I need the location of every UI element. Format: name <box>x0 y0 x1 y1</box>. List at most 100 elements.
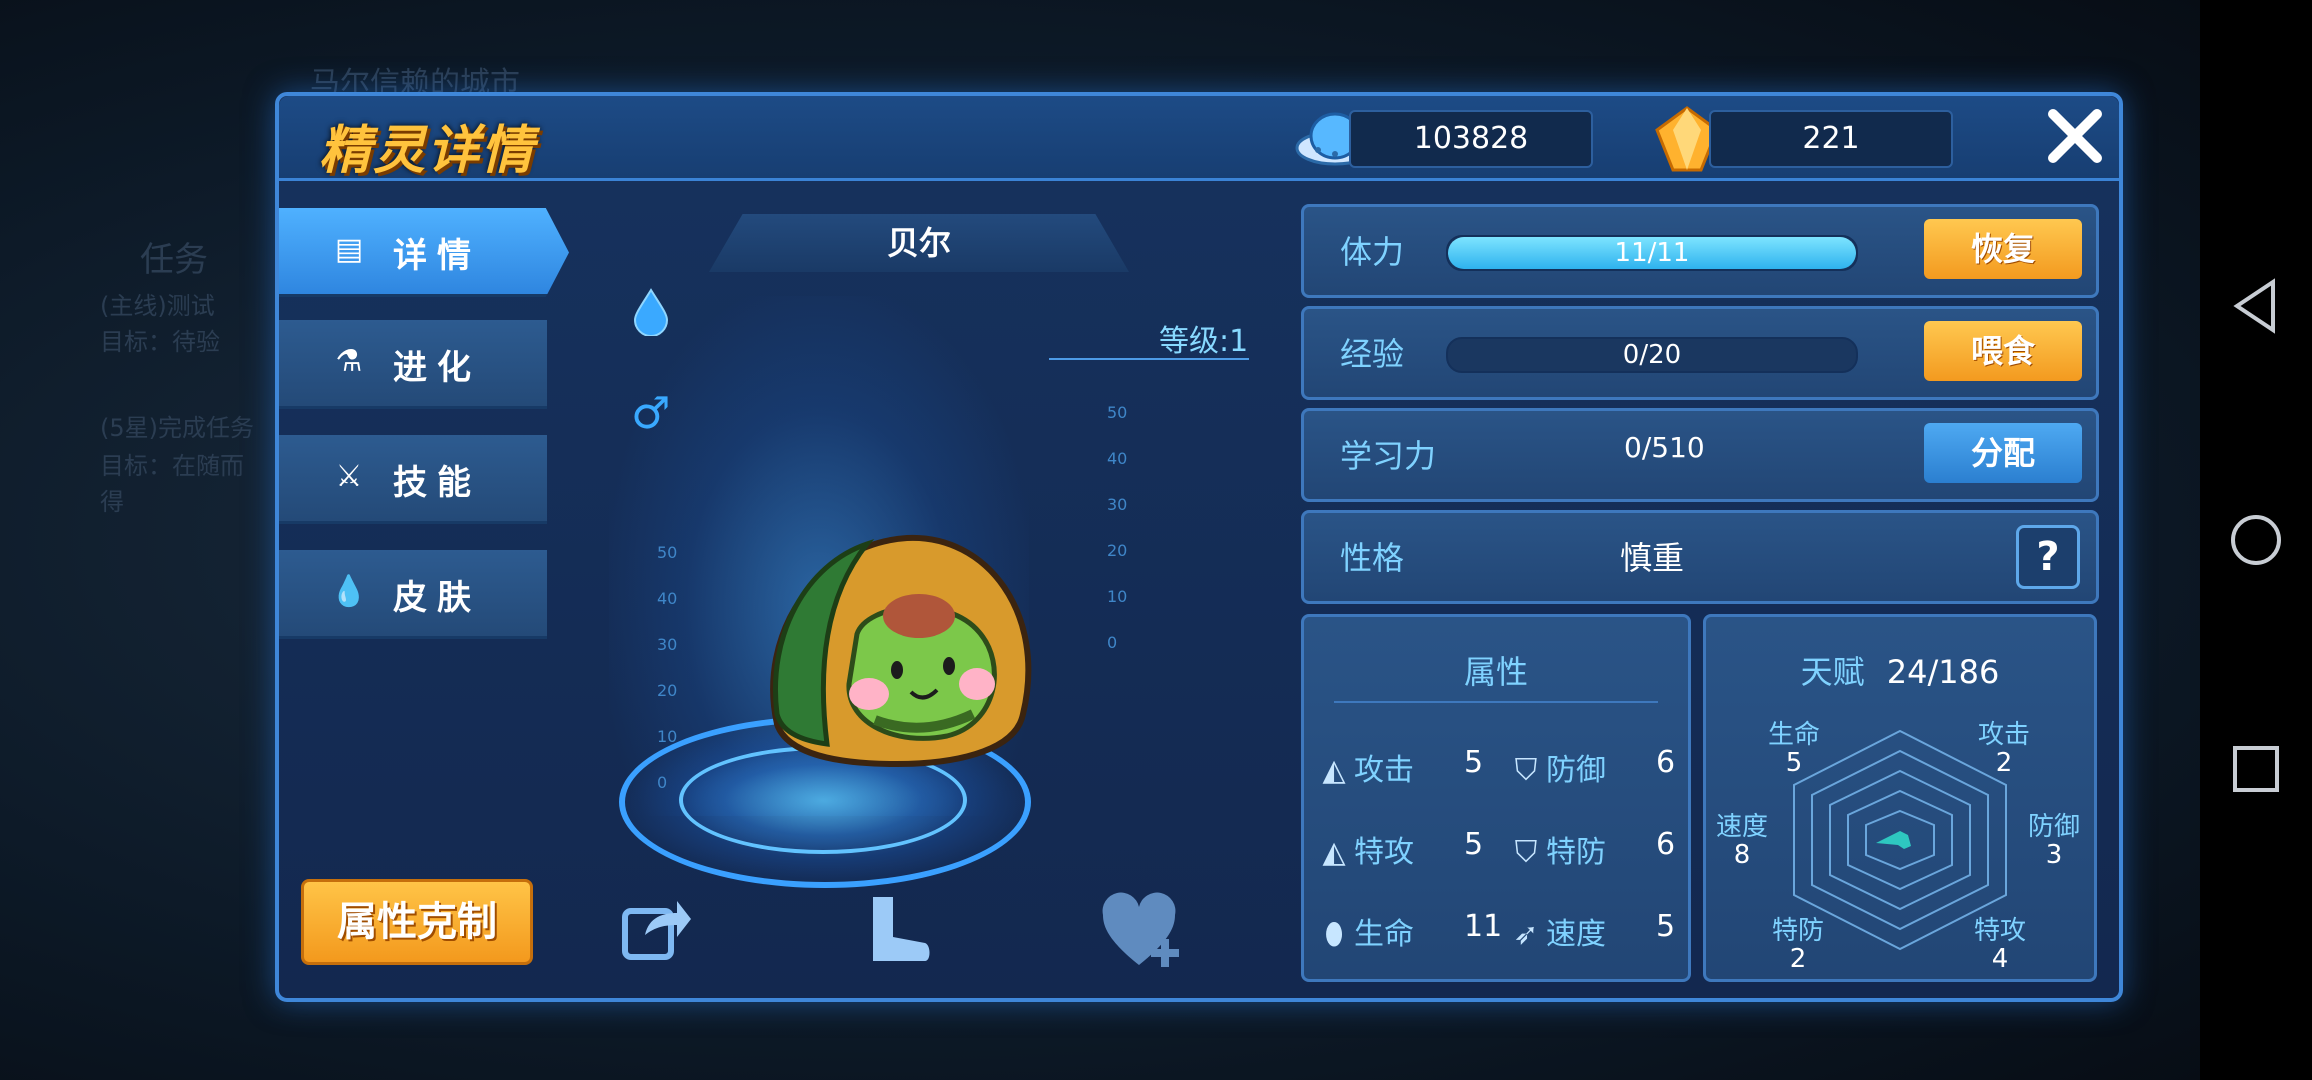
scale-tick: 0 <box>657 773 668 792</box>
tab-details[interactable]: ▤ 详情 <box>279 208 569 297</box>
pet-detail-panel: 精灵详情 103828 221 ▤ 详情 ⚗ 进化 ⚔ 技能 💧 皮肤 属性克制… <box>275 92 2123 1002</box>
exp-value: 0/20 <box>1622 340 1682 370</box>
level-divider <box>1049 358 1249 360</box>
talent-label: 天赋 <box>1800 653 1865 691</box>
nature-label: 性格 <box>1340 539 1405 577</box>
talent-axis-name: 生命 <box>1768 720 1821 750</box>
stat-sp-attack: ◭ 特攻 5 <box>1314 827 1483 871</box>
title-bar: 精灵详情 103828 221 <box>279 96 2119 181</box>
talent-axis-value: 8 <box>1733 840 1751 870</box>
bg-task-text: 任务 <box>140 240 208 280</box>
scale-tick: 0 <box>1107 633 1118 652</box>
speed-icon: ➶ <box>1513 917 1539 952</box>
nature-value: 慎重 <box>1620 539 1685 577</box>
talent-axis-name: 特攻 <box>1974 916 2027 946</box>
help-button[interactable]: ? <box>2016 525 2080 589</box>
water-drop-icon <box>631 288 671 346</box>
type-chart-button[interactable]: 属性克制 <box>301 879 533 965</box>
restore-button[interactable]: 恢复 <box>1924 219 2082 279</box>
sp-defense-icon: ⛉ <box>1514 835 1538 870</box>
flask-icon: ⚗ <box>335 344 363 379</box>
divider <box>1334 701 1658 703</box>
exp-label: 经验 <box>1340 335 1405 373</box>
android-nav-bar <box>2200 0 2312 1080</box>
attributes-box: 属性 ◭ 攻击 5 ⛉ 防御 6 ◭ 特攻 5 ⛉ 特防 6 ⬮ 生命 11 ➶ 速度 5 <box>1301 614 1691 982</box>
stat-name: 速度 <box>1546 917 1606 952</box>
stat-value: 5 <box>1464 827 1484 862</box>
stat-value: 11 <box>1464 909 1503 944</box>
stamina-row: 体力 11/11 恢复 <box>1301 204 2099 298</box>
talent-title: 天赋 24/186 <box>1706 647 2094 693</box>
droplet-icon: 💧 <box>330 574 368 609</box>
stat-value: 6 <box>1656 827 1676 862</box>
exp-bar: 0/20 <box>1446 337 1858 373</box>
talent-axis-value: 3 <box>2045 840 2063 870</box>
pet-level: 等级:1 <box>1159 324 1249 359</box>
scale-right: 50 40 30 20 10 0 <box>1107 390 1127 666</box>
talent-axis-name: 攻击 <box>1978 720 2031 750</box>
stat-name: 生命 <box>1354 917 1414 952</box>
tab-label: 皮肤 <box>393 578 481 618</box>
boot-icon[interactable] <box>859 891 935 983</box>
scale-tick: 10 <box>1107 587 1128 606</box>
learn-label: 学习力 <box>1340 437 1437 475</box>
recents-icon[interactable] <box>2200 744 2312 798</box>
back-icon[interactable] <box>2200 278 2312 338</box>
bg-text: (主线)测试 <box>100 292 215 320</box>
close-icon[interactable] <box>2043 106 2107 170</box>
stamina-bar: 11/11 <box>1446 235 1858 271</box>
diamond-counter: 221 <box>1709 110 1953 168</box>
stat-defense: ⛉ 防御 6 <box>1506 745 1675 789</box>
bg-text: 得 <box>100 488 124 516</box>
scale-tick: 40 <box>1107 449 1128 468</box>
stat-speed: ➶ 速度 5 <box>1506 909 1675 953</box>
talent-speed: 速度 8 <box>1716 813 1768 869</box>
talent-sp-defense: 特防 2 <box>1772 917 1824 973</box>
tab-evolve[interactable]: ⚗ 进化 <box>279 320 547 409</box>
exp-row: 经验 0/20 喂食 <box>1301 306 2099 400</box>
scale-tick: 30 <box>1107 495 1128 514</box>
learn-row: 学习力 0/510 分配 <box>1301 408 2099 502</box>
bg-text: 目标：在随而 <box>100 452 244 480</box>
scale-tick: 50 <box>1107 403 1128 422</box>
talent-axis-name: 速度 <box>1716 812 1769 842</box>
stamina-value: 11/11 <box>1614 238 1690 268</box>
home-icon[interactable] <box>2200 512 2312 572</box>
talent-axis-value: 5 <box>1785 748 1803 778</box>
defense-icon: ⛉ <box>1514 753 1538 788</box>
talent-hp: 生命 5 <box>1768 721 1820 777</box>
stat-attack: ◭ 攻击 5 <box>1314 745 1483 789</box>
talent-axis-value: 2 <box>1995 748 2013 778</box>
talent-axis-value: 2 <box>1789 944 1807 974</box>
scale-tick: 20 <box>1107 541 1128 560</box>
scale-tick: 30 <box>657 635 678 654</box>
share-icon[interactable] <box>619 891 695 983</box>
details-icon: ▤ <box>334 232 364 267</box>
talent-defense: 防御 3 <box>2028 813 2080 869</box>
stat-sp-defense: ⛉ 特防 6 <box>1506 827 1675 871</box>
tab-skills[interactable]: ⚔ 技能 <box>279 435 547 524</box>
heart-plus-icon[interactable] <box>1099 891 1187 987</box>
tab-skin[interactable]: 💧 皮肤 <box>279 550 547 639</box>
stat-value: 6 <box>1656 745 1676 780</box>
stat-name: 攻击 <box>1354 753 1414 788</box>
attributes-title: 属性 <box>1463 653 1528 691</box>
talent-box: 天赋 24/186 生命 5 攻击 2 防御 3 特攻 4 特防 2 速度 8 <box>1703 614 2097 982</box>
talent-sp-attack: 特攻 4 <box>1974 917 2026 973</box>
scale-tick: 50 <box>657 543 678 562</box>
pet-name: 贝尔 <box>709 214 1129 272</box>
tab-label: 详情 <box>393 236 481 276</box>
allocate-button[interactable]: 分配 <box>1924 423 2082 483</box>
learn-value: 0/510 <box>1624 431 1705 464</box>
scale-tick: 20 <box>657 681 678 700</box>
coin-counter: 103828 <box>1349 110 1593 168</box>
stat-name: 防御 <box>1546 753 1606 788</box>
feed-button[interactable]: 喂食 <box>1924 321 2082 381</box>
pet-creature <box>747 514 1047 794</box>
talent-axis-name: 特防 <box>1772 916 1825 946</box>
stat-value: 5 <box>1656 909 1676 944</box>
tab-label: 技能 <box>393 463 481 503</box>
stat-name: 特攻 <box>1354 835 1414 870</box>
scale-tick: 40 <box>657 589 678 608</box>
page-title: 精灵详情 <box>319 121 536 181</box>
